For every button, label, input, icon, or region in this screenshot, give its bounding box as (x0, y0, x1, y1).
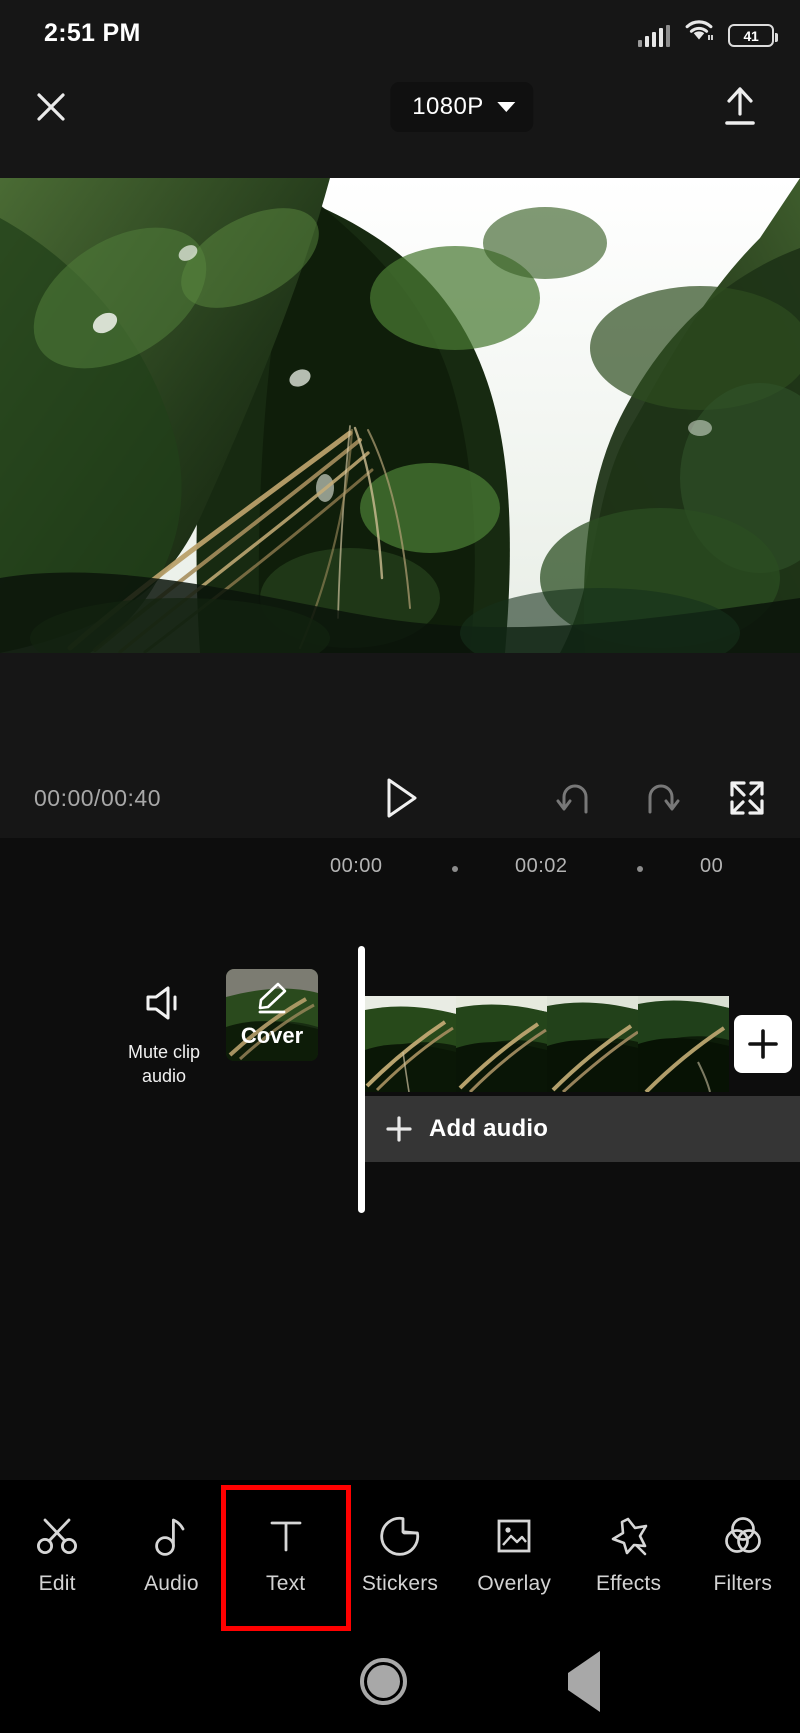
video-editor-app: 2:51 PM 41 1080 (0, 0, 800, 1733)
tool-edit-label: Edit (39, 1572, 76, 1596)
play-icon (378, 774, 422, 822)
add-clip-button[interactable] (734, 1015, 792, 1073)
android-nav-bar (0, 1630, 800, 1733)
tool-audio[interactable]: Audio (114, 1514, 228, 1596)
tool-text[interactable]: Text (229, 1514, 343, 1596)
tool-overlay-label: Overlay (477, 1572, 551, 1596)
star-sparkle-icon (608, 1514, 650, 1558)
plus-icon (385, 1115, 413, 1143)
video-preview[interactable] (0, 178, 800, 653)
close-icon (33, 89, 69, 125)
ruler-dot (452, 866, 458, 872)
player-controls: 00:00/00:40 (0, 758, 800, 838)
fullscreen-icon (727, 778, 767, 818)
tool-audio-label: Audio (144, 1572, 199, 1596)
plus-icon (746, 1027, 780, 1061)
clip-thumbnail[interactable] (456, 996, 547, 1092)
three-circles-icon (722, 1514, 764, 1558)
pencil-edit-icon (254, 982, 290, 1019)
battery-level: 41 (744, 28, 759, 44)
timecode-display: 00:00/00:40 (34, 785, 161, 812)
clip-thumbnail-image (365, 996, 456, 1092)
home-button[interactable] (360, 1658, 407, 1705)
tool-effects-label: Effects (596, 1572, 661, 1596)
mute-clip-audio-button[interactable]: Mute clip audio (118, 983, 210, 1088)
upload-icon (718, 84, 762, 130)
redo-icon (641, 779, 681, 817)
tool-filters-label: Filters (714, 1572, 773, 1596)
export-button[interactable] (714, 81, 766, 133)
cover-button[interactable]: Cover (226, 969, 318, 1061)
cover-label: Cover (241, 1023, 303, 1049)
image-frame-icon (494, 1514, 534, 1558)
resolution-label: 1080P (412, 93, 483, 121)
playhead-marker[interactable] (358, 946, 365, 1213)
clip-thumbnail[interactable] (547, 996, 638, 1092)
back-button[interactable] (568, 1673, 600, 1691)
status-indicators: 41 (638, 19, 775, 47)
triangle-back-icon (568, 1651, 600, 1712)
fullscreen-button[interactable] (724, 775, 770, 821)
clip-thumbnail-image (456, 996, 547, 1092)
timeline-panel[interactable]: 00:00 00:02 00 Mute clip audio (0, 838, 800, 1480)
clip-thumbnail-image (547, 996, 638, 1092)
chevron-down-icon (498, 102, 516, 112)
circle-home-icon (360, 1658, 407, 1705)
video-clip-strip[interactable] (365, 996, 800, 1092)
tool-edit[interactable]: Edit (0, 1514, 114, 1596)
tool-overlay[interactable]: Overlay (457, 1514, 571, 1596)
scissors-icon (36, 1514, 78, 1558)
play-button[interactable] (372, 770, 428, 826)
tool-filters[interactable]: Filters (686, 1514, 800, 1596)
add-audio-track[interactable]: Add audio (365, 1096, 800, 1162)
redo-button[interactable] (638, 775, 684, 821)
sticker-icon (379, 1514, 421, 1558)
editor-toolbar: Edit Audio Text (0, 1480, 800, 1630)
undo-icon (555, 779, 595, 817)
status-clock: 2:51 PM (44, 19, 141, 48)
cellular-signal-icon (638, 25, 671, 47)
clip-thumbnail[interactable] (365, 996, 456, 1092)
edit-history-controls (552, 775, 770, 821)
resolution-selector[interactable]: 1080P (390, 82, 533, 132)
ruler-tick: 00 (700, 855, 723, 878)
timeline-tracks: Mute clip audio (0, 893, 800, 1480)
ruler-tick: 00:02 (515, 855, 568, 878)
preview-area: 00:00/00:40 (0, 148, 800, 838)
tool-stickers-label: Stickers (362, 1572, 438, 1596)
music-note-icon (153, 1514, 189, 1558)
clip-side-tools: Mute clip audio (0, 953, 360, 1133)
add-audio-label: Add audio (429, 1115, 548, 1143)
video-frame-image (0, 178, 800, 653)
ruler-tick: 00:00 (330, 855, 383, 878)
tool-stickers[interactable]: Stickers (343, 1514, 457, 1596)
undo-button[interactable] (552, 775, 598, 821)
battery-icon: 41 (728, 24, 774, 47)
clip-thumbnail[interactable] (638, 996, 729, 1092)
tool-text-label: Text (266, 1572, 305, 1596)
close-button[interactable] (28, 84, 74, 130)
text-t-icon (266, 1514, 306, 1558)
timeline-ruler[interactable]: 00:00 00:02 00 (0, 838, 800, 893)
editor-top-bar: 1080P (0, 66, 800, 148)
status-bar: 2:51 PM 41 (0, 0, 800, 66)
clip-thumbnail-image (638, 996, 729, 1092)
tool-effects[interactable]: Effects (571, 1514, 685, 1596)
ruler-dot (637, 866, 643, 872)
mute-clip-audio-label: Mute clip audio (118, 1040, 210, 1088)
wifi-icon (684, 19, 714, 47)
mute-speaker-icon (141, 983, 187, 1023)
